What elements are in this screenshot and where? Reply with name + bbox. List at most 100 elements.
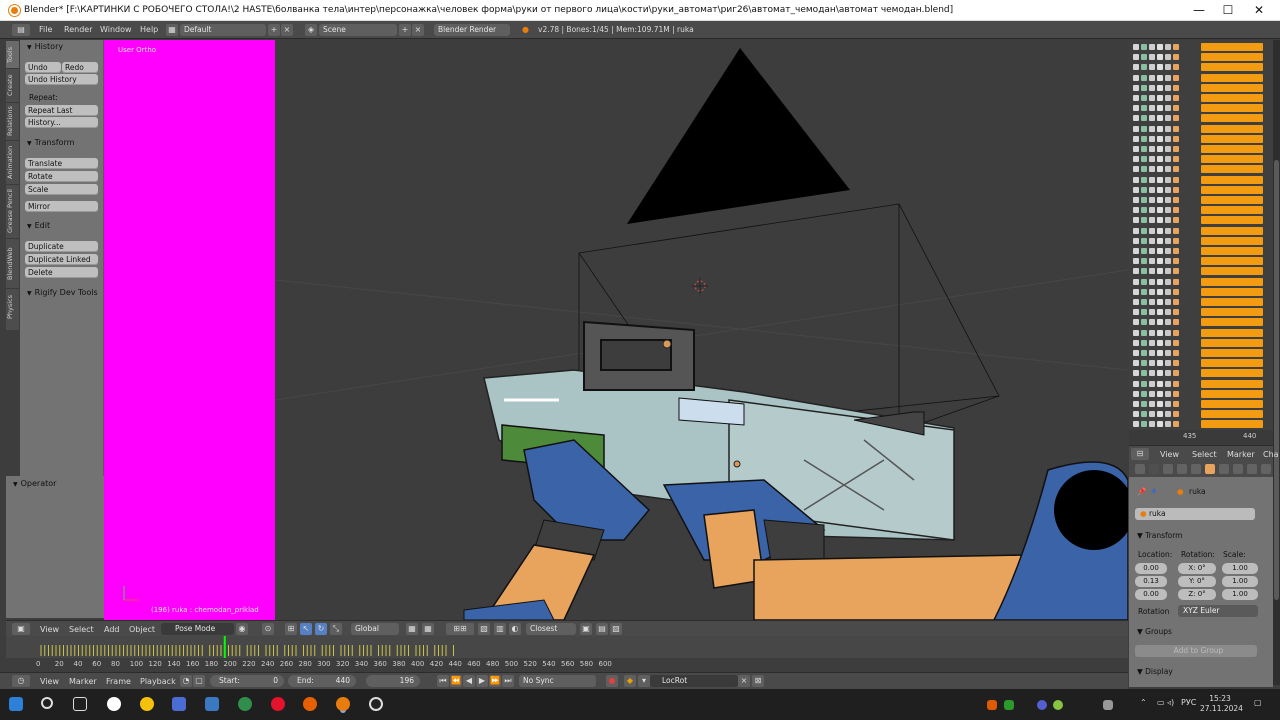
outliner-toggle-icon[interactable] — [1157, 146, 1163, 152]
outliner-toggle-icon[interactable] — [1173, 319, 1179, 326]
outliner-toggle-icon[interactable] — [1141, 370, 1147, 377]
outliner-row[interactable] — [1129, 307, 1273, 317]
outliner-toggle-icon[interactable] — [1157, 329, 1163, 336]
menu-view[interactable]: View — [40, 625, 59, 634]
firefox-icon[interactable] — [303, 697, 317, 711]
outliner-toggle-icon[interactable] — [1133, 166, 1139, 173]
outliner-row[interactable] — [1129, 134, 1273, 144]
outliner-toggle-icon[interactable] — [1133, 237, 1139, 244]
outliner-toggle-icon[interactable] — [1157, 411, 1163, 418]
outliner-row[interactable] — [1129, 164, 1273, 174]
outliner-toggle-icon[interactable] — [1157, 248, 1163, 254]
tab-animation[interactable]: Animation — [6, 140, 19, 184]
outliner-toggle-icon[interactable] — [1173, 370, 1179, 377]
outliner-toggle-icon[interactable] — [1149, 156, 1155, 163]
scene-icon[interactable]: ◈ — [305, 24, 317, 36]
outliner-row[interactable] — [1129, 409, 1273, 419]
outliner-toggle-icon[interactable] — [1165, 268, 1171, 275]
outliner-toggle-icon[interactable] — [1173, 84, 1179, 91]
outliner-toggle-icon[interactable] — [1141, 74, 1147, 81]
outliner-toggle-icon[interactable] — [1149, 227, 1155, 234]
outliner-toggle-icon[interactable] — [1141, 309, 1147, 316]
render-layers-tab-icon[interactable] — [1149, 464, 1159, 474]
outliner-toggle-icon[interactable] — [1149, 54, 1155, 61]
outliner-toggle-icon[interactable] — [1141, 135, 1147, 142]
outliner-toggle-icon[interactable] — [1133, 74, 1139, 81]
repeat-last-button[interactable]: Repeat Last — [25, 105, 98, 116]
scale-x-field[interactable]: 1.00 — [1222, 563, 1258, 574]
outliner-row[interactable] — [1129, 419, 1273, 429]
outliner-toggle-icon[interactable] — [1149, 258, 1155, 265]
outliner-row[interactable] — [1129, 399, 1273, 409]
rotation-z-field[interactable]: Z: 0° — [1178, 589, 1216, 600]
outliner-row[interactable] — [1129, 113, 1273, 123]
outliner-toggle-icon[interactable] — [1165, 350, 1171, 356]
active-keying-set-field[interactable]: LocRot — [650, 675, 738, 687]
outliner-toggle-icon[interactable] — [1141, 248, 1147, 254]
transform-panel-header[interactable]: ▼ Transform — [27, 138, 74, 147]
outliner-toggle-icon[interactable] — [1133, 360, 1139, 367]
outliner-toggle-icon[interactable] — [1141, 227, 1147, 234]
keyboard-language[interactable]: РУС — [1181, 698, 1196, 707]
outliner-row[interactable] — [1129, 175, 1273, 185]
outliner-toggle-icon[interactable] — [1173, 54, 1179, 61]
outliner-toggle-icon[interactable] — [1157, 360, 1163, 367]
outliner-toggle-icon[interactable] — [1173, 207, 1179, 214]
outliner-toggle-icon[interactable] — [1173, 339, 1179, 346]
object-data-tab-icon[interactable] — [1205, 464, 1215, 474]
rotate-button[interactable]: Rotate — [25, 171, 98, 182]
outliner-toggle-icon[interactable] — [1173, 176, 1179, 183]
remove-layout-icon[interactable]: × — [281, 24, 293, 36]
outliner-toggle-icon[interactable] — [1141, 390, 1147, 397]
outliner-toggle-icon[interactable] — [1141, 380, 1147, 387]
outliner-toggle-icon[interactable] — [1157, 105, 1163, 112]
outliner-toggle-icon[interactable] — [1173, 105, 1179, 112]
material-tab-icon[interactable] — [1261, 464, 1271, 474]
outliner-toggle-icon[interactable] — [1149, 421, 1155, 428]
outliner-toggle-icon[interactable] — [1149, 105, 1155, 112]
outliner-toggle-icon[interactable] — [1149, 197, 1155, 203]
outliner-toggle-icon[interactable] — [1149, 268, 1155, 275]
editor-type-icon[interactable]: ▤ — [12, 24, 30, 36]
outliner-toggle-icon[interactable] — [1173, 411, 1179, 418]
outliner-toggle-icon[interactable] — [1165, 411, 1171, 418]
outliner-row[interactable] — [1129, 205, 1273, 215]
outliner-toggle-icon[interactable] — [1141, 299, 1147, 305]
duplicate-linked-button[interactable]: Duplicate Linked — [25, 254, 98, 265]
outliner-toggle-icon[interactable] — [1141, 64, 1147, 71]
outliner-toggle-icon[interactable] — [1173, 421, 1179, 428]
outliner-toggle-icon[interactable] — [1173, 390, 1179, 397]
outliner-toggle-icon[interactable] — [1165, 421, 1171, 428]
undo-history-button[interactable]: Undo History — [25, 74, 98, 85]
app-green-icon[interactable] — [238, 697, 252, 711]
outliner-toggle-icon[interactable] — [1141, 217, 1147, 224]
tab-physics[interactable]: Physics — [6, 288, 19, 324]
add-layout-icon[interactable]: + — [268, 24, 280, 36]
outliner-toggle-icon[interactable] — [1141, 186, 1147, 193]
tray-app2-icon[interactable] — [1004, 700, 1014, 710]
outliner-toggle-icon[interactable] — [1133, 390, 1139, 397]
redo-button[interactable]: Redo — [62, 62, 98, 73]
outliner-toggle-icon[interactable] — [1157, 156, 1163, 163]
outliner-toggle-icon[interactable] — [1165, 176, 1171, 183]
duplicate-button[interactable]: Duplicate — [25, 241, 98, 252]
outliner-toggle-icon[interactable] — [1165, 258, 1171, 265]
editor-type-icon[interactable]: ⊟ — [1131, 448, 1149, 460]
outliner-toggle-icon[interactable] — [1173, 95, 1179, 101]
outliner-toggle-icon[interactable] — [1133, 401, 1139, 407]
insert-keyframe-icon[interactable]: ⊠ — [752, 675, 764, 687]
outliner-toggle-icon[interactable] — [1133, 105, 1139, 112]
menu-window[interactable]: Window — [100, 25, 132, 34]
outliner-toggle-icon[interactable] — [1141, 44, 1147, 50]
sync-mode-select[interactable]: No Sync — [519, 675, 596, 687]
outliner-toggle-icon[interactable] — [1141, 176, 1147, 183]
constraints-tab-icon[interactable] — [1219, 464, 1229, 474]
outliner-toggle-icon[interactable] — [1157, 350, 1163, 356]
mirror-button[interactable]: Mirror — [25, 201, 98, 212]
outliner-toggle-icon[interactable] — [1149, 166, 1155, 173]
outliner-toggle-icon[interactable] — [1133, 370, 1139, 377]
outliner-toggle-icon[interactable] — [1165, 237, 1171, 244]
outliner-toggle-icon[interactable] — [1141, 288, 1147, 295]
outliner-toggle-icon[interactable] — [1165, 217, 1171, 224]
outliner-toggle-icon[interactable] — [1141, 54, 1147, 61]
